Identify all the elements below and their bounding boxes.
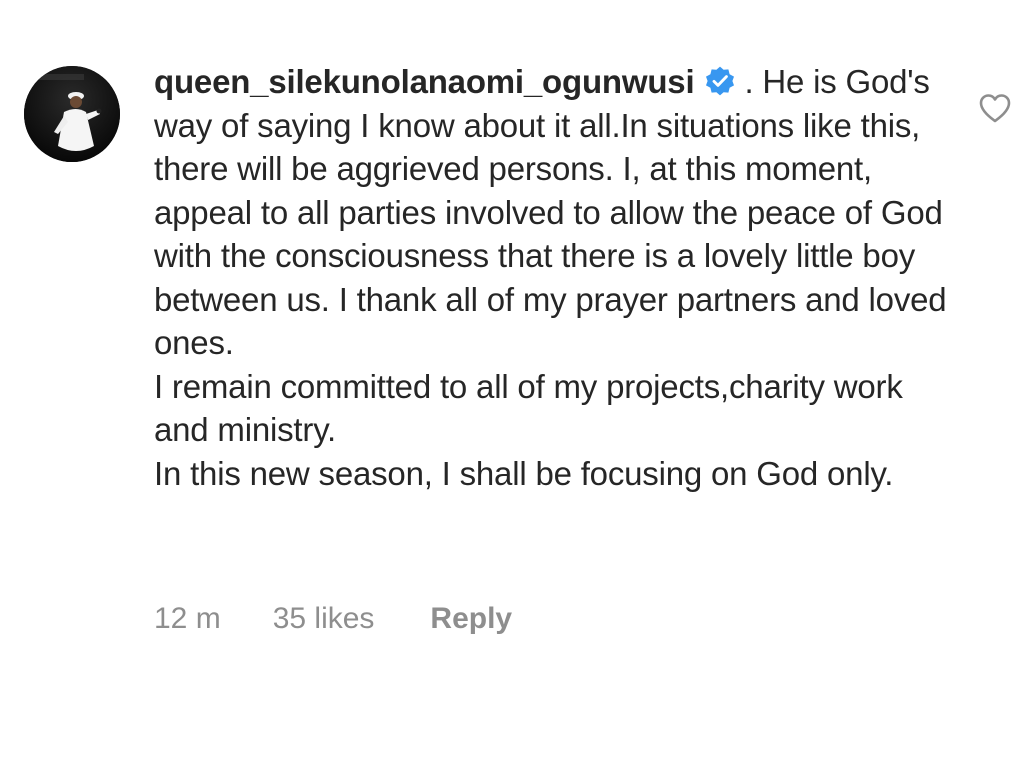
heart-outline-icon <box>979 94 1011 123</box>
avatar-image <box>24 66 120 162</box>
likes-count-link[interactable]: 35 likes <box>273 600 375 638</box>
like-button[interactable] <box>978 92 1012 124</box>
comment-meta: 12 m 35 likes Reply <box>154 600 512 638</box>
verified-badge-icon <box>706 66 735 96</box>
comment: queen_silekunolanaomi_ogunwusi . He is G… <box>0 0 1024 776</box>
avatar[interactable] <box>24 66 120 162</box>
comment-text: . He is God's way of saying I know about… <box>154 63 947 492</box>
username-link[interactable]: queen_silekunolanaomi_ogunwusi <box>154 63 695 100</box>
comment-body: queen_silekunolanaomi_ogunwusi . He is G… <box>154 60 954 495</box>
comment-timestamp[interactable]: 12 m <box>154 600 221 638</box>
reply-button[interactable]: Reply <box>430 600 512 638</box>
